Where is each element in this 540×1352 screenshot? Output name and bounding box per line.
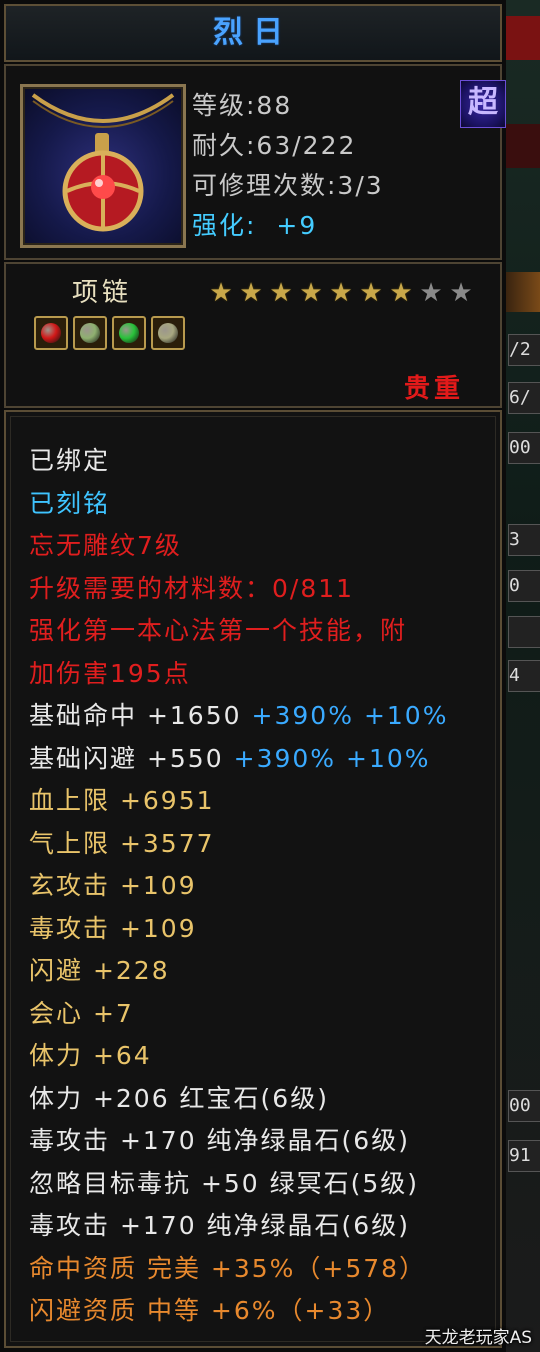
bg-dark-band <box>506 124 540 168</box>
detail-line: 气上限 +3577 <box>29 824 215 860</box>
bg-cell-6 <box>508 616 540 648</box>
item-repair-count: 可修理次数:3/3 <box>192 171 384 200</box>
detail-line: 毒攻击 +170 纯净绿晶石(6级) <box>29 1121 410 1157</box>
detail-line: 升级需要的材料数：0/811 <box>29 569 354 605</box>
green-gem-icon <box>119 323 139 343</box>
red-gem-slot-icon[interactable] <box>34 316 68 350</box>
detail-text: 气上限 +3577 <box>29 828 215 858</box>
detail-list: 已绑定已刻铭忘无雕纹7级升级需要的材料数：0/811 强化第一本心法第一个技能，附… <box>10 416 496 1342</box>
enhance-value: +9 <box>276 211 318 240</box>
detail-text: 已绑定 <box>29 446 111 475</box>
star-icon: ★ <box>299 278 323 308</box>
necklace-icon[interactable] <box>20 84 186 248</box>
detail-text: 毒攻击 +170 纯净绿晶石(6级) <box>29 1126 410 1155</box>
detail-text: 已刻铭 <box>29 488 111 518</box>
bg-cell-3: 00 <box>508 432 540 464</box>
detail-line: 体力 +64 <box>29 1036 152 1072</box>
detail-text: 体力 +206 红宝石(6级) <box>29 1083 329 1113</box>
detail-line: 强化第一本心法第一个技能，附 <box>29 611 407 647</box>
star-icon: ★ <box>419 278 443 308</box>
detail-text: 基础闪避 +550 <box>29 743 224 773</box>
bg-cell-9: 91 <box>508 1140 540 1172</box>
detail-text: 基础命中 +1650 <box>29 701 242 730</box>
item-rarity: 贵重 <box>404 374 465 404</box>
detail-line: 血上限 +6951 <box>29 781 215 817</box>
star-icon: ★ <box>239 278 263 308</box>
watermark: 天龙老玩家AS <box>424 1328 532 1348</box>
star-icon: ★ <box>359 278 383 308</box>
star-icon: ★ <box>329 278 353 308</box>
detail-text: 升级需要的材料数：0/811 <box>29 573 355 603</box>
detail-line: 会心 +7 <box>29 994 134 1030</box>
detail-panel: 已绑定已刻铭忘无雕纹7级升级需要的材料数：0/811 强化第一本心法第一个技能，附… <box>4 410 502 1348</box>
star-icon: ★ <box>269 278 293 308</box>
bg-cell-1: /2 <box>508 334 540 366</box>
bg-orange-band <box>506 272 540 312</box>
bg-cell-8: 00 <box>508 1090 540 1122</box>
title-bar: 烈日 <box>4 4 502 62</box>
jade-gem-icon <box>80 323 100 343</box>
item-type: 项链 <box>72 278 133 308</box>
detail-line: 忘无雕纹7级 <box>29 526 182 562</box>
detail-text: 毒攻击 +170 纯净绿晶石(6级) <box>29 1211 410 1240</box>
detail-line: 加伤害195点 <box>29 654 191 690</box>
enhance-label: 强化: <box>192 211 257 240</box>
star-icon: ★ <box>449 278 473 308</box>
jade-gem-icon <box>158 323 178 343</box>
item-title: 烈日 <box>213 15 293 50</box>
item-durability: 耐久:63/222 <box>192 131 357 160</box>
detail-text: 闪避资质 中等 +6%（+33） <box>29 1296 391 1325</box>
type-panel: 项链 ★ ★ ★ ★ ★ ★ ★ ★ ★ 贵重 <box>4 262 502 408</box>
detail-text: 忘无雕纹7级 <box>29 531 182 560</box>
item-level: 等级:88 <box>192 91 293 120</box>
jade-gem-slot-icon[interactable] <box>151 316 185 350</box>
detail-line: 闪避资质 中等 +6%（+33） <box>29 1291 390 1327</box>
star-icon: ★ <box>209 278 233 308</box>
detail-text: 强化第一本心法第一个技能，附 <box>29 616 408 645</box>
detail-text: 体力 +64 <box>29 1041 152 1070</box>
detail-text: 加伤害195点 <box>29 658 191 688</box>
detail-line: 基础闪避 +550 +390% +10% <box>29 739 431 775</box>
detail-line: 基础命中 +1650 +390% +10% <box>29 696 448 732</box>
bg-cell-5: 0 <box>508 570 540 602</box>
detail-line: 命中资质 完美 +35%（+578） <box>29 1249 426 1285</box>
red-gem-icon <box>41 323 61 343</box>
detail-line: 已绑定 <box>29 441 110 477</box>
detail-text: +390% <box>233 743 337 773</box>
star-icon: ★ <box>389 278 413 308</box>
detail-line: 闪避 +228 <box>29 951 170 987</box>
bg-red-tab <box>506 16 540 60</box>
detail-line: 毒攻击 +109 <box>29 909 197 945</box>
detail-text: 命中资质 完美 +35%（+578） <box>29 1253 427 1283</box>
detail-line: 体力 +206 红宝石(6级) <box>29 1079 329 1115</box>
detail-text: 血上限 +6951 <box>29 786 215 815</box>
green-gem-slot-icon[interactable] <box>112 316 146 350</box>
detail-line: 毒攻击 +170 纯净绿晶石(6级) <box>29 1206 410 1242</box>
detail-text: 会心 +7 <box>29 998 134 1028</box>
bg-cell-4: 3 <box>508 524 540 556</box>
info-panel: 等级:88 耐久:63/222 可修理次数:3/3 强化: +9 超 <box>4 64 506 260</box>
detail-text: +10% <box>363 701 449 730</box>
item-tooltip: 烈日 等级:88 耐久:63/222 可修理次数:3/3 强化: +9 超 项链… <box>0 0 506 1352</box>
detail-text: +10% <box>346 743 431 773</box>
detail-line: 忽略目标毒抗 +50 绿冥石(5级) <box>29 1164 419 1200</box>
detail-text: 毒攻击 +109 <box>29 913 197 943</box>
jade-gem-slot-icon[interactable] <box>73 316 107 350</box>
bg-cell-2: 6/ <box>508 382 540 414</box>
detail-text: 忽略目标毒抗 +50 绿冥石(5级) <box>29 1168 420 1198</box>
background-game-ui: /2 6/ 00 3 0 4 00 91 <box>506 0 540 1352</box>
gem-slots <box>34 316 190 356</box>
detail-text: +390% <box>251 701 354 730</box>
detail-text: 闪避 +228 <box>29 956 170 985</box>
star-rating: ★ ★ ★ ★ ★ ★ ★ ★ ★ <box>206 278 476 308</box>
detail-text: 玄攻击 +109 <box>29 871 197 900</box>
detail-line: 已刻铭 <box>29 484 110 520</box>
detail-line: 玄攻击 +109 <box>29 866 197 902</box>
item-enhance: 强化: +9 <box>192 206 317 242</box>
super-badge-icon: 超 <box>460 80 506 128</box>
bg-cell-7: 4 <box>508 660 540 692</box>
